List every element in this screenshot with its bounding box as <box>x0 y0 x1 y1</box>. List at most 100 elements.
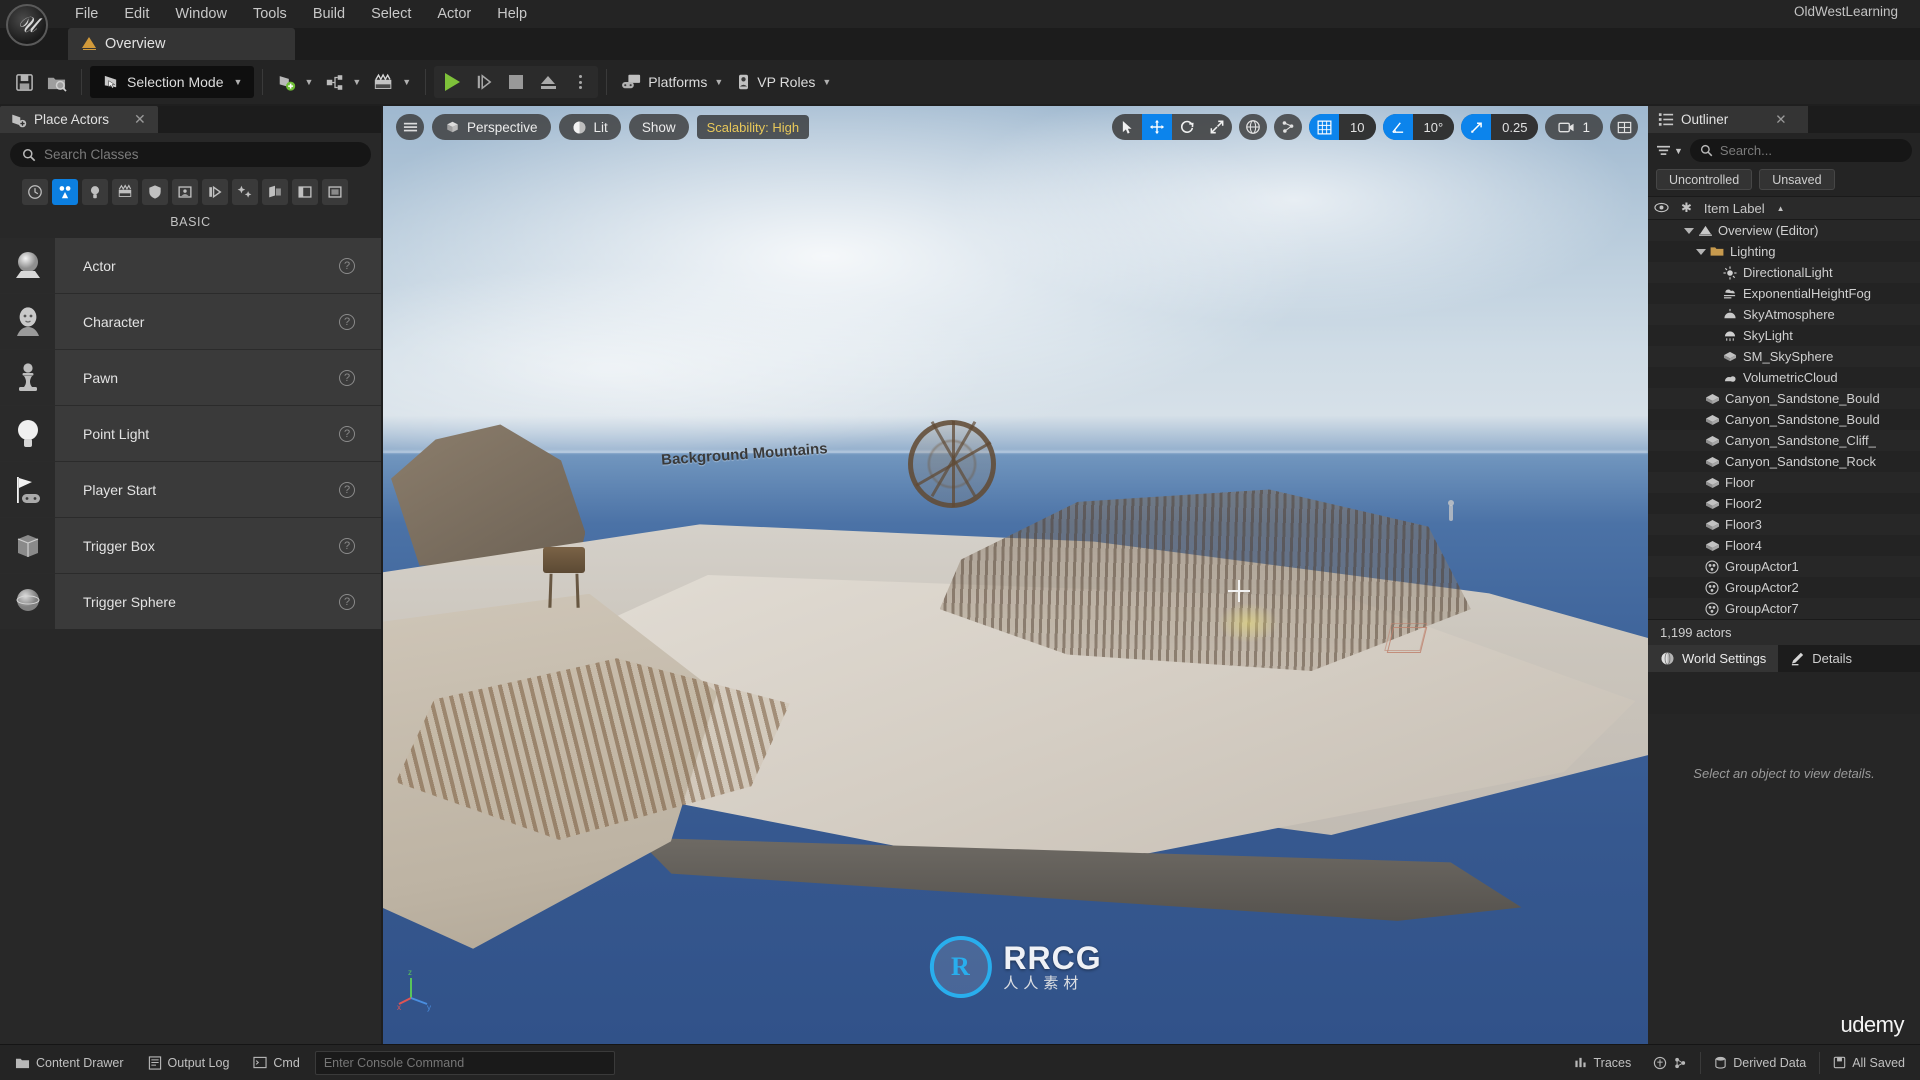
cmd-button[interactable]: Cmd <box>244 1050 308 1076</box>
console-command-input[interactable] <box>323 1055 606 1070</box>
outliner-row-floor4[interactable]: Floor4 <box>1648 535 1920 556</box>
menu-window[interactable]: Window <box>162 0 240 28</box>
console-command-input-wrap[interactable] <box>314 1050 615 1075</box>
outliner-row-floor2[interactable]: Floor2 <box>1648 493 1920 514</box>
tab-world-settings[interactable]: World Settings <box>1648 645 1779 672</box>
outliner-row-directionallight[interactable]: DirectionalLight <box>1648 262 1920 283</box>
outliner-row-lighting[interactable]: Lighting <box>1648 241 1920 262</box>
angle-snap-toggle[interactable] <box>1382 114 1413 140</box>
play-more-options-button[interactable] <box>564 66 596 98</box>
move-tool-button[interactable] <box>1142 114 1173 140</box>
category-panels[interactable] <box>292 179 318 205</box>
help-icon[interactable]: ? <box>339 593 355 610</box>
help-icon[interactable]: ? <box>339 257 355 274</box>
category-more[interactable] <box>322 179 348 205</box>
blueprints-button[interactable]: ▼ <box>319 66 367 98</box>
outliner-search-box[interactable] <box>1689 139 1912 162</box>
source-control-icon-group[interactable] <box>1644 1050 1696 1076</box>
category-basic[interactable] <box>52 179 78 205</box>
viewport-layout-button[interactable] <box>1610 114 1638 140</box>
viewport-show-button[interactable]: Show <box>628 114 689 140</box>
derived-data-button[interactable]: Derived Data <box>1705 1050 1815 1076</box>
menu-actor[interactable]: Actor <box>424 0 484 28</box>
chip-uncontrolled[interactable]: Uncontrolled <box>1656 169 1753 190</box>
outliner-row-groupactor7[interactable]: GroupActor7 <box>1648 598 1920 619</box>
category-all-classes[interactable] <box>232 179 258 205</box>
angle-snap-value[interactable]: 10° <box>1412 114 1455 140</box>
search-classes-input[interactable] <box>44 147 359 162</box>
close-icon[interactable]: ✕ <box>134 111 146 128</box>
surface-snap-button[interactable] <box>1274 114 1303 140</box>
unreal-engine-logo-icon[interactable]: 𝒰 <box>6 4 48 46</box>
expander-icon[interactable] <box>1696 248 1706 255</box>
camera-speed-group[interactable]: 1 <box>1545 114 1603 140</box>
list-item-pawn[interactable]: Pawn ? <box>0 350 381 405</box>
chip-unsaved[interactable]: Unsaved <box>1759 169 1835 190</box>
outliner-row-groupactor1[interactable]: GroupActor1 <box>1648 556 1920 577</box>
viewport-menu-button[interactable] <box>396 114 424 140</box>
category-cinematic[interactable] <box>112 179 138 205</box>
grid-snap-toggle[interactable] <box>1309 114 1340 140</box>
traces-button[interactable]: Traces <box>1565 1050 1640 1076</box>
help-icon[interactable]: ? <box>339 313 355 330</box>
outliner-search-input[interactable] <box>1719 143 1902 158</box>
list-item-actor[interactable]: Actor ? <box>0 238 381 293</box>
menu-tools[interactable]: Tools <box>240 0 300 28</box>
outliner-row-canyon-sandstone-boulder-1[interactable]: Canyon_Sandstone_Bould <box>1648 388 1920 409</box>
browse-content-button[interactable] <box>40 66 73 98</box>
cinematics-button[interactable]: ▼ <box>367 66 417 98</box>
place-actors-search[interactable] <box>10 142 371 167</box>
tab-details[interactable]: Details <box>1778 645 1864 672</box>
outliner-row-skyatmosphere[interactable]: SkyAtmosphere <box>1648 304 1920 325</box>
content-drawer-button[interactable]: Content Drawer <box>6 1050 133 1076</box>
help-icon[interactable]: ? <box>339 481 355 498</box>
play-button[interactable] <box>436 66 468 98</box>
scale-snap-toggle[interactable] <box>1461 114 1492 140</box>
all-saved-button[interactable]: All Saved <box>1824 1050 1914 1076</box>
scalability-warning[interactable]: Scalability: High <box>696 115 810 139</box>
list-item-trigger-sphere[interactable]: Trigger Sphere ? <box>0 574 381 629</box>
expander-icon[interactable] <box>1684 227 1694 234</box>
vp-roles-button[interactable]: VP Roles ▼ <box>729 66 837 98</box>
outliner-row-floor[interactable]: Floor <box>1648 472 1920 493</box>
tab-outliner[interactable]: Outliner ✕ <box>1648 106 1808 133</box>
stop-button[interactable] <box>500 66 532 98</box>
list-item-point-light[interactable]: Point Light ? <box>0 406 381 461</box>
viewport-perspective-button[interactable]: Perspective <box>432 114 551 140</box>
sort-ascending-icon[interactable]: ▲ <box>1777 204 1785 213</box>
scale-snap-value[interactable]: 0.25 <box>1491 114 1539 140</box>
add-actor-button[interactable]: ▼ <box>271 66 319 98</box>
menu-help[interactable]: Help <box>484 0 540 28</box>
selection-mode-button[interactable]: Selection Mode ▼ <box>90 66 255 98</box>
list-item-player-start[interactable]: Player Start ? <box>0 462 381 517</box>
menu-build[interactable]: Build <box>300 0 358 28</box>
outliner-row-skylight[interactable]: SkyLight <box>1648 325 1920 346</box>
eject-button[interactable] <box>532 66 564 98</box>
tab-overview[interactable]: Overview <box>68 28 295 60</box>
level-viewport[interactable]: Background Mountains z x y Perspective L… <box>383 106 1648 1044</box>
outliner-row-canyon-sandstone-rock[interactable]: Canyon_Sandstone_Rock <box>1648 451 1920 472</box>
outliner-row-overview[interactable]: Overview (Editor) <box>1648 220 1920 241</box>
platforms-button[interactable]: Platforms ▼ <box>615 66 729 98</box>
outliner-row-exponentialheightfog[interactable]: ExponentialHeightFog <box>1648 283 1920 304</box>
star-icon[interactable]: ✱ <box>1681 200 1692 216</box>
help-icon[interactable]: ? <box>339 425 355 442</box>
category-lights[interactable] <box>82 179 108 205</box>
outliner-row-groupactor2[interactable]: GroupActor2 <box>1648 577 1920 598</box>
outliner-filter-button[interactable]: ▼ <box>1656 144 1683 157</box>
outliner-row-volumetriccloud[interactable]: VolumetricCloud <box>1648 367 1920 388</box>
category-geometry[interactable] <box>172 179 198 205</box>
close-icon[interactable]: ✕ <box>1775 112 1786 128</box>
help-icon[interactable]: ? <box>339 369 355 386</box>
outliner-row-canyon-sandstone-cliff[interactable]: Canyon_Sandstone_Cliff_ <box>1648 430 1920 451</box>
scale-tool-button[interactable] <box>1202 114 1232 140</box>
tab-place-actors[interactable]: Place Actors ✕ <box>0 106 158 133</box>
save-button[interactable] <box>8 66 40 98</box>
category-visual-effects[interactable] <box>142 179 168 205</box>
viewport-viewmode-button[interactable]: Lit <box>558 114 621 140</box>
category-volumes[interactable] <box>202 179 228 205</box>
grid-snap-value[interactable]: 10 <box>1339 114 1376 140</box>
outliner-row-canyon-sandstone-boulder-2[interactable]: Canyon_Sandstone_Bould <box>1648 409 1920 430</box>
column-item-label[interactable]: Item Label <box>1704 201 1765 216</box>
list-item-character[interactable]: Character ? <box>0 294 381 349</box>
